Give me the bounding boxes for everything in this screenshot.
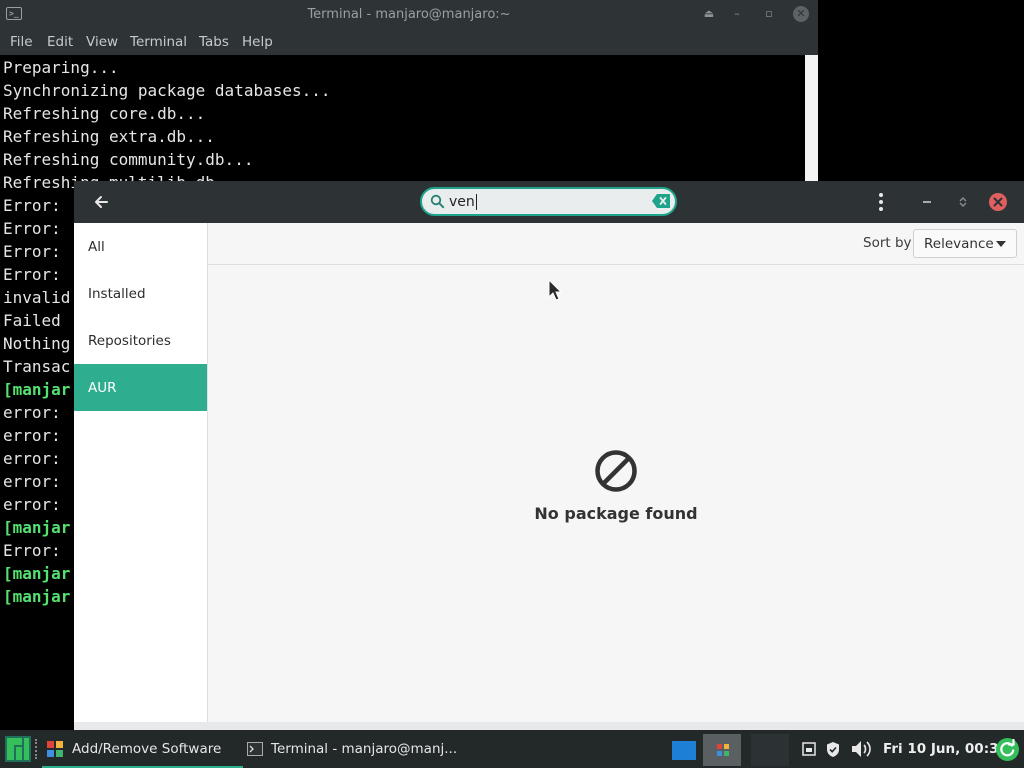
menu-terminal[interactable]: Terminal — [130, 34, 187, 50]
terminal-line: invalid — [3, 288, 71, 307]
terminal-line: error: — [3, 426, 61, 445]
terminal-line: Preparing... — [3, 58, 119, 77]
panel-separator — [35, 739, 40, 759]
terminal-line: Refreshing extra.db... — [3, 127, 215, 146]
manjaro-menu-icon[interactable] — [4, 735, 32, 763]
search-icon — [430, 194, 445, 209]
software-store-icon — [47, 741, 63, 757]
workspace-2-icon[interactable] — [703, 734, 741, 766]
minimize-icon[interactable] — [917, 192, 937, 212]
terminal-menubar: File Edit View Terminal Tabs Help — [0, 30, 818, 55]
terminal-scrollbar[interactable] — [805, 55, 818, 185]
sidebar-item-label: Installed — [88, 286, 146, 302]
mouse-cursor-icon — [548, 279, 562, 301]
minimize-icon[interactable]: – — [729, 6, 745, 22]
pamac-window[interactable]: All Installed Repositories AUR Sort by R… — [74, 181, 1024, 730]
menu-help[interactable]: Help — [242, 34, 273, 50]
terminal-line: [manjar — [3, 518, 71, 537]
shade-icon[interactable]: ⏏ — [701, 6, 717, 22]
taskbar: Add/Remove Software Terminal - manjaro@m… — [0, 730, 1024, 768]
terminal-line: error: — [3, 495, 61, 514]
terminal-line: error: — [3, 472, 61, 491]
terminal-line: error: — [3, 449, 61, 468]
back-arrow-icon[interactable] — [92, 193, 110, 211]
terminal-line: Error: — [3, 242, 61, 261]
menu-file[interactable]: File — [10, 34, 33, 50]
terminal-line: error: — [3, 403, 61, 422]
terminal-line: Refreshing community.db... — [3, 150, 254, 169]
menu-tabs[interactable]: Tabs — [199, 34, 229, 50]
window-bottom-edge — [74, 722, 1024, 730]
sort-toolbar: Sort by Relevance — [208, 223, 1024, 265]
terminal-icon — [247, 742, 263, 756]
terminal-line: Nothing — [3, 334, 71, 353]
terminal-line: Transac — [3, 357, 71, 376]
terminal-line: Failed — [3, 311, 61, 330]
sidebar-item-aur[interactable]: AUR — [74, 364, 207, 411]
sort-dropdown[interactable]: Relevance — [913, 229, 1017, 258]
volume-icon[interactable] — [851, 740, 875, 758]
terminal-titlebar[interactable]: >_ Terminal - manjaro@manjaro:~ ⏏ – ▫ ✕ — [0, 0, 818, 30]
update-notifier-icon[interactable] — [995, 737, 1020, 762]
terminal-line: Refreshing core.db... — [3, 104, 206, 123]
sidebar: All Installed Repositories AUR — [74, 223, 208, 730]
task-add-remove-software[interactable]: Add/Remove Software — [42, 730, 243, 768]
search-input[interactable] — [449, 192, 639, 212]
main-content: Sort by Relevance No package found — [208, 223, 1024, 730]
text-caret — [476, 194, 477, 210]
clear-search-icon[interactable] — [652, 194, 670, 208]
menu-view[interactable]: View — [86, 34, 118, 50]
terminal-line: Error: — [3, 219, 61, 238]
sort-value: Relevance — [924, 236, 994, 252]
terminal-line: [manjar — [3, 380, 71, 399]
close-icon[interactable]: ✕ — [793, 6, 809, 22]
empty-state-text: No package found — [534, 504, 698, 523]
terminal-line: Error: — [3, 541, 61, 560]
pamac-headerbar[interactable] — [74, 181, 1024, 223]
menu-edit[interactable]: Edit — [47, 34, 73, 50]
terminal-line: [manjar — [3, 587, 71, 606]
network-icon[interactable] — [802, 742, 816, 756]
terminal-line: Error: — [3, 196, 61, 215]
sidebar-item-installed[interactable]: Installed — [74, 270, 207, 317]
terminal-line: Synchronizing package databases... — [3, 81, 331, 100]
clock[interactable]: Fri 10 Jun, 00:30 — [883, 741, 1008, 757]
no-results-icon — [595, 450, 637, 492]
sidebar-item-label: All — [88, 239, 105, 255]
workspace-1-icon[interactable] — [672, 741, 696, 760]
maximize-icon[interactable] — [953, 192, 973, 212]
sidebar-item-label: Repositories — [88, 333, 171, 349]
task-label: Terminal - manjaro@manj... — [271, 741, 458, 757]
menu-kebab-icon[interactable] — [876, 191, 886, 213]
sidebar-item-all[interactable]: All — [74, 223, 207, 270]
dropdown-arrow-icon — [996, 241, 1006, 247]
terminal-line: [manjar — [3, 564, 71, 583]
task-label: Add/Remove Software — [72, 741, 222, 757]
shield-icon[interactable] — [825, 741, 841, 758]
sidebar-item-label: AUR — [88, 380, 117, 396]
search-field[interactable] — [420, 187, 677, 216]
task-terminal[interactable]: Terminal - manjaro@manj... — [243, 730, 463, 768]
terminal-line: Error: — [3, 265, 61, 284]
terminal-title: Terminal - manjaro@manjaro:~ — [307, 7, 511, 22]
sidebar-item-repositories[interactable]: Repositories — [74, 317, 207, 364]
maximize-icon[interactable]: ▫ — [761, 6, 777, 22]
close-icon[interactable] — [989, 193, 1007, 211]
sort-label: Sort by — [863, 235, 912, 251]
workspace-3-icon[interactable] — [751, 734, 789, 766]
